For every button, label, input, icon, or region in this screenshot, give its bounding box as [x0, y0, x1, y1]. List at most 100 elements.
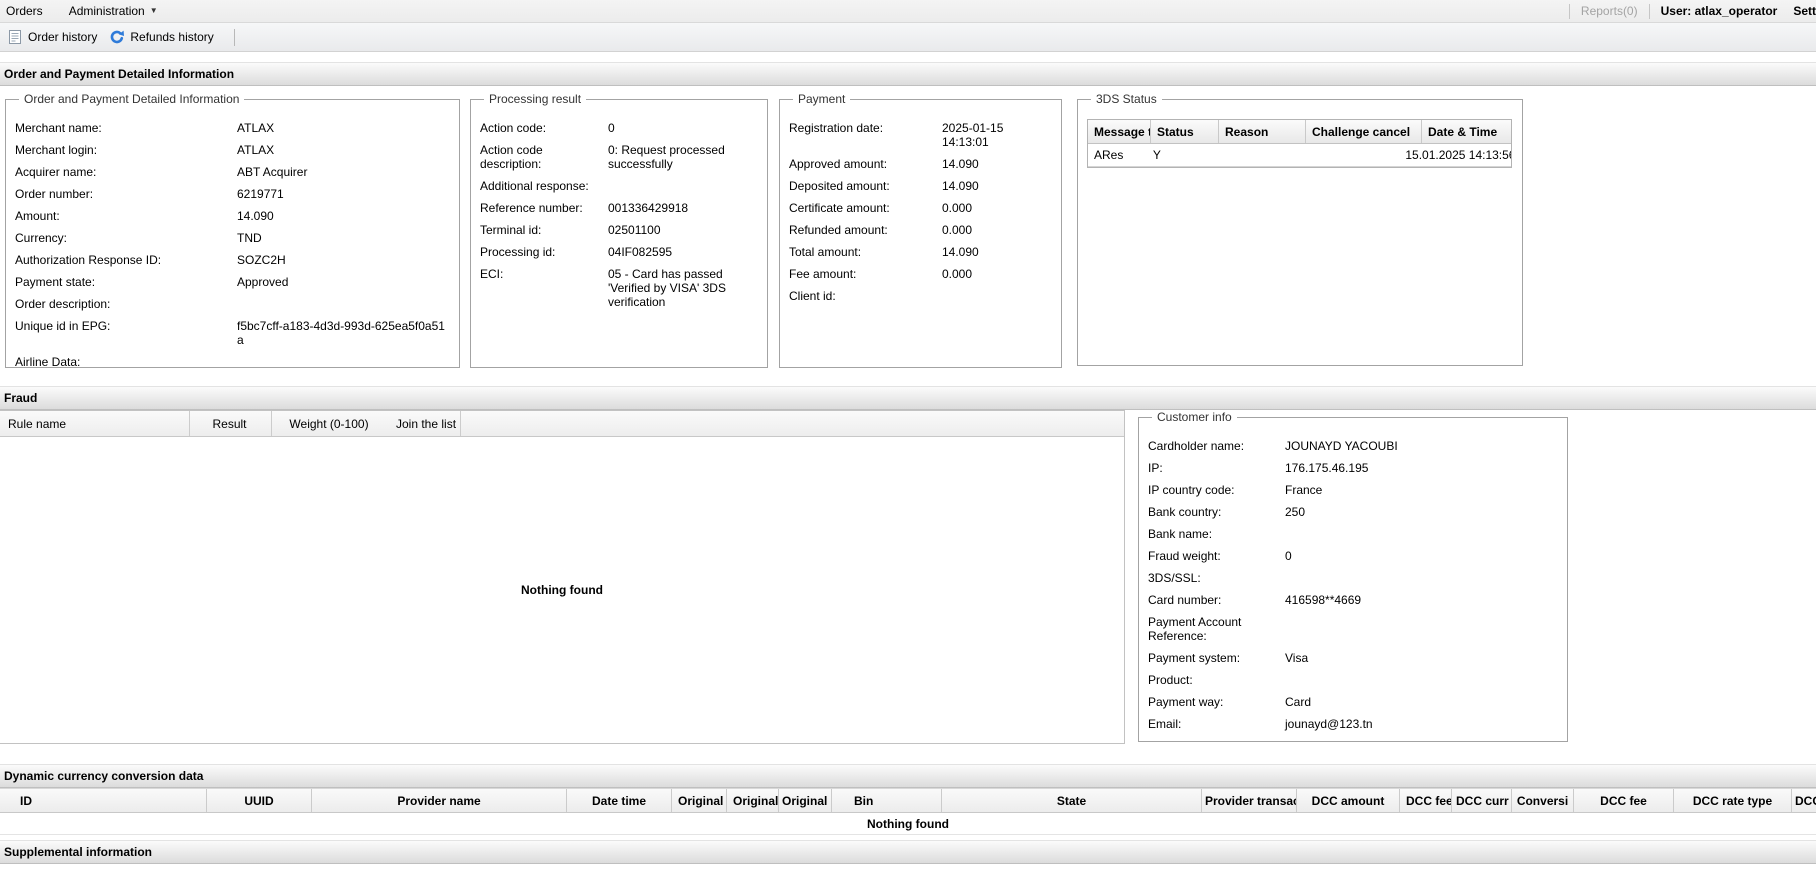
fraud-table-header: Rule name Result Weight (0-100) Join the…	[0, 411, 1124, 437]
order-info-fieldset: Order and Payment Detailed Information M…	[5, 92, 460, 368]
field-row: Cardholder name: JOUNAYD YACOUBI	[1148, 439, 1558, 453]
field-label: Registration date:	[789, 121, 942, 149]
field-row: Currency: TND	[15, 231, 450, 245]
column-header: DCC amount	[1297, 789, 1400, 812]
processing-result-legend: Processing result	[484, 92, 586, 106]
fraud-table-body: Nothing found	[0, 437, 1124, 743]
field-value: 0	[608, 121, 758, 135]
field-label: Fraud weight:	[1148, 549, 1285, 563]
order-info-rows: Merchant name: ATLAX Merchant login: ATL…	[15, 121, 450, 369]
column-header: DCC offer expiry	[1792, 789, 1816, 812]
column-header: DCC rate type	[1674, 789, 1792, 812]
field-label: Product:	[1148, 673, 1285, 687]
field-value: 0: Request processed successfully	[608, 143, 758, 171]
user-label: User: atlax_operator	[1661, 4, 1778, 18]
table-cell: ARes	[1088, 144, 1147, 166]
threeds-table-header: Message type Status Reason Challenge can…	[1088, 120, 1511, 144]
column-header: Original amount	[672, 789, 727, 812]
dcc-table-header: ID UUID Provider name Date time Original…	[0, 788, 1816, 813]
field-value	[1285, 673, 1558, 687]
field-row: Authorization Response ID: SOZC2H	[15, 253, 450, 267]
field-label: Bank name:	[1148, 527, 1285, 541]
field-value	[942, 289, 1052, 303]
order-history-button[interactable]: Order history	[3, 26, 105, 48]
field-row: ECI: 05 - Card has passed 'Verified by V…	[480, 267, 758, 309]
field-label: ECI:	[480, 267, 608, 309]
field-label: Payment system:	[1148, 651, 1285, 665]
field-value: 0	[1285, 549, 1558, 563]
empty-state: Nothing found	[521, 583, 603, 597]
field-value	[237, 297, 450, 311]
field-row: Airline Data:	[15, 355, 450, 369]
field-row: Unique id in EPG: f5bc7cff-a183-4d3d-993…	[15, 319, 450, 347]
empty-state: Nothing found	[867, 817, 949, 831]
toolbar: Order history Refunds history	[0, 23, 1816, 52]
refunds-history-label: Refunds history	[130, 30, 213, 44]
field-value: Visa	[1285, 651, 1558, 665]
payment-rows: Registration date: 2025-01-15 14:13:01 A…	[789, 121, 1052, 303]
field-value	[1285, 615, 1558, 643]
fraud-table: Rule name Result Weight (0-100) Join the…	[0, 410, 1125, 744]
field-row: Payment system: Visa	[1148, 651, 1558, 665]
field-label: IP country code:	[1148, 483, 1285, 497]
field-value: 001336429918	[608, 201, 758, 215]
menu-administration-label: Administration	[69, 4, 145, 18]
menu-settings[interactable]: Sett	[1793, 4, 1816, 18]
field-label: Merchant name:	[15, 121, 237, 135]
table-cell	[1292, 144, 1400, 166]
customer-info-fieldset: Customer info Cardholder name: JOUNAYD Y…	[1138, 410, 1568, 742]
column-header: Status	[1151, 120, 1219, 143]
field-row: Terminal id: 02501100	[480, 223, 758, 237]
field-value: TND	[237, 231, 450, 245]
field-row: Processing id: 04IF082595	[480, 245, 758, 259]
column-header: Bin	[832, 789, 942, 812]
order-history-icon	[7, 29, 23, 45]
field-value: Approved	[237, 275, 450, 289]
customer-info-legend: Customer info	[1152, 410, 1237, 424]
field-row: Reference number: 001336429918	[480, 201, 758, 215]
field-label: Order number:	[15, 187, 237, 201]
menu-divider	[1649, 4, 1650, 19]
field-value: 0.000	[942, 223, 1052, 237]
field-row: Acquirer name: ABT Acquirer	[15, 165, 450, 179]
field-row: Action code: 0	[480, 121, 758, 135]
column-header: ID	[0, 789, 207, 812]
toolbar-divider	[234, 29, 235, 46]
order-detail-page: Orders Administration ▼ Reports(0) User:…	[0, 0, 1816, 870]
field-value: ATLAX	[237, 121, 450, 135]
field-label: Fee amount:	[789, 267, 942, 281]
menu-administration[interactable]: Administration ▼	[56, 0, 171, 22]
field-label: Email:	[1148, 717, 1285, 731]
column-header: Provider transaction id	[1202, 789, 1297, 812]
field-label: 3DS/SSL:	[1148, 571, 1285, 585]
field-row: Payment state: Approved	[15, 275, 450, 289]
column-header: DCC curr	[1452, 789, 1512, 812]
field-row: Client id:	[789, 289, 1052, 303]
field-value: 02501100	[608, 223, 758, 237]
table-cell: Y	[1147, 144, 1211, 166]
section-title: Supplemental information	[4, 845, 152, 859]
field-label: Unique id in EPG:	[15, 319, 237, 347]
field-label: Merchant login:	[15, 143, 237, 157]
section-title: Dynamic currency conversion data	[4, 769, 203, 783]
field-label: Certificate amount:	[789, 201, 942, 215]
field-row: Order description:	[15, 297, 450, 311]
field-label: Additional response:	[480, 179, 608, 193]
column-header: Rule name	[0, 411, 190, 436]
customer-info-rows: Cardholder name: JOUNAYD YACOUBI IP: 176…	[1148, 439, 1558, 731]
field-label: Authorization Response ID:	[15, 253, 237, 267]
column-header: Reason	[1219, 120, 1306, 143]
column-header: Original f	[727, 789, 779, 812]
order-history-label: Order history	[28, 30, 97, 44]
menu-reports[interactable]: Reports(0)	[1581, 4, 1638, 18]
field-label: Order description:	[15, 297, 237, 311]
field-row: Fraud weight: 0	[1148, 549, 1558, 563]
section-header-fraud: Fraud	[0, 386, 1816, 410]
menu-orders[interactable]: Orders	[0, 0, 56, 22]
field-row: 3DS/SSL:	[1148, 571, 1558, 585]
field-row: Amount: 14.090	[15, 209, 450, 223]
field-label: Payment way:	[1148, 695, 1285, 709]
refunds-history-button[interactable]: Refunds history	[105, 26, 221, 48]
column-header: Provider name	[312, 789, 567, 812]
column-header: UUID	[207, 789, 312, 812]
